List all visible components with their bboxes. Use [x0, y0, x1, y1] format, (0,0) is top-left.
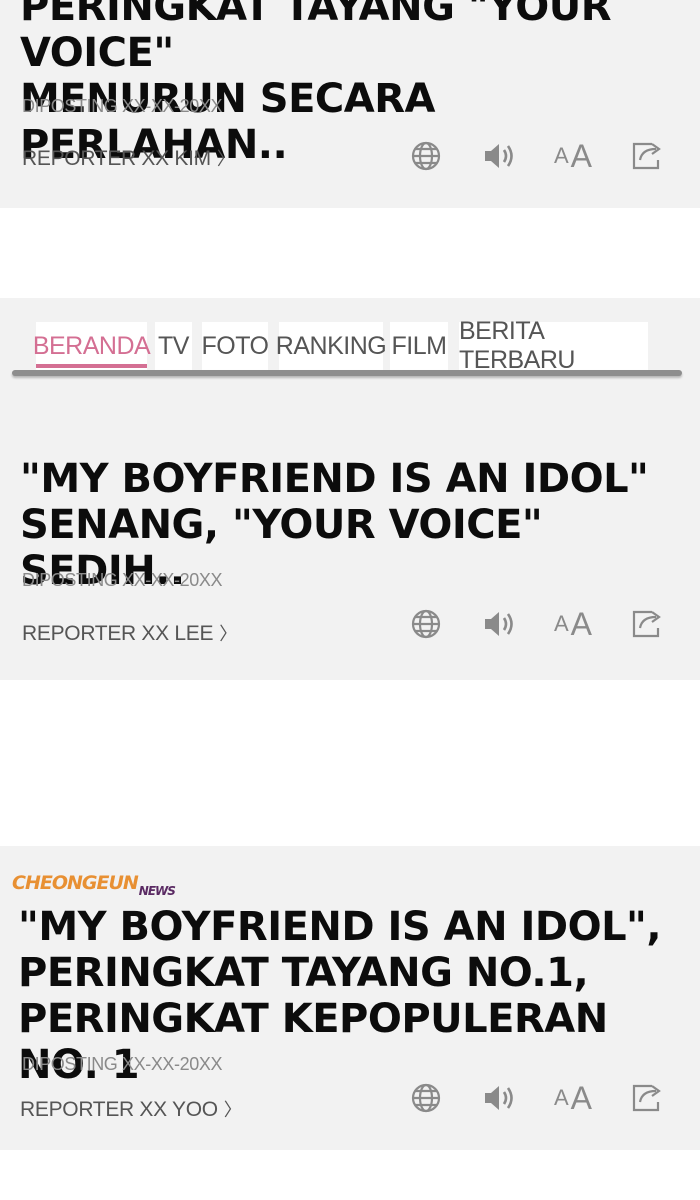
reporter-link[interactable]: REPORTER XX LEE 〉 — [22, 620, 237, 646]
logo-main: CHEONGEUN — [12, 872, 139, 894]
reporter-name: REPORTER XX KIM — [22, 147, 211, 170]
article-headline[interactable]: "MY BOYFRIEND IS AN IDOL" SENANG, "YOUR … — [20, 456, 700, 594]
reporter-link[interactable]: REPORTER XX KIM 〉 — [22, 145, 235, 171]
reporter-name: REPORTER XX LEE — [22, 622, 214, 645]
chevron-right-icon: 〉 — [223, 1100, 242, 1120]
chevron-right-icon: 〉 — [216, 149, 235, 169]
tab-berita-terbaru[interactable]: BERITA TERBARU — [459, 317, 648, 374]
tab-tv[interactable]: TV — [155, 322, 192, 370]
article-card-1: PERINGKAT TAYANG "YOUR VOICE" MENURUN SE… — [0, 0, 700, 208]
font-size-icon[interactable]: AA — [548, 1076, 598, 1120]
reporter-link[interactable]: REPORTER XX YOO 〉 — [20, 1096, 242, 1122]
speaker-icon[interactable] — [478, 602, 522, 646]
chevron-right-icon: 〉 — [219, 624, 237, 644]
article-toolbar: AA — [404, 1076, 668, 1120]
reporter-name: REPORTER XX YOO — [20, 1098, 218, 1121]
globe-icon[interactable] — [404, 134, 448, 178]
logo-sub: NEWS — [138, 884, 176, 898]
tab-foto[interactable]: FOTO — [202, 322, 269, 370]
article-toolbar: AA — [404, 602, 668, 646]
globe-icon[interactable] — [404, 602, 448, 646]
share-icon[interactable] — [626, 1076, 670, 1120]
speaker-icon[interactable] — [478, 134, 522, 178]
font-size-icon[interactable]: AA — [548, 602, 598, 646]
share-icon[interactable] — [626, 134, 670, 178]
tab-ranking[interactable]: RANKING — [276, 322, 387, 370]
post-date: DIPOSTING XX-XX-20XX — [22, 1054, 223, 1074]
tab-film[interactable]: FILM — [390, 322, 448, 370]
article-toolbar: AA — [404, 134, 668, 178]
section-nav: BERANDA TV FOTO RANKING FILM BERITA TERB… — [0, 317, 700, 382]
speaker-icon[interactable] — [478, 1076, 522, 1120]
post-date: DIPOSTING XX-XX-20XX — [22, 570, 223, 590]
news-logo: CHEONGEUNNEWS — [12, 872, 176, 898]
font-size-icon[interactable]: AA — [548, 134, 598, 178]
nav-scrollbar[interactable] — [12, 370, 682, 376]
post-date: DIPOSTING XX-XX-20XX — [22, 96, 223, 116]
share-icon[interactable] — [626, 602, 670, 646]
tab-beranda[interactable]: BERANDA — [33, 322, 151, 370]
globe-icon[interactable] — [404, 1076, 448, 1120]
